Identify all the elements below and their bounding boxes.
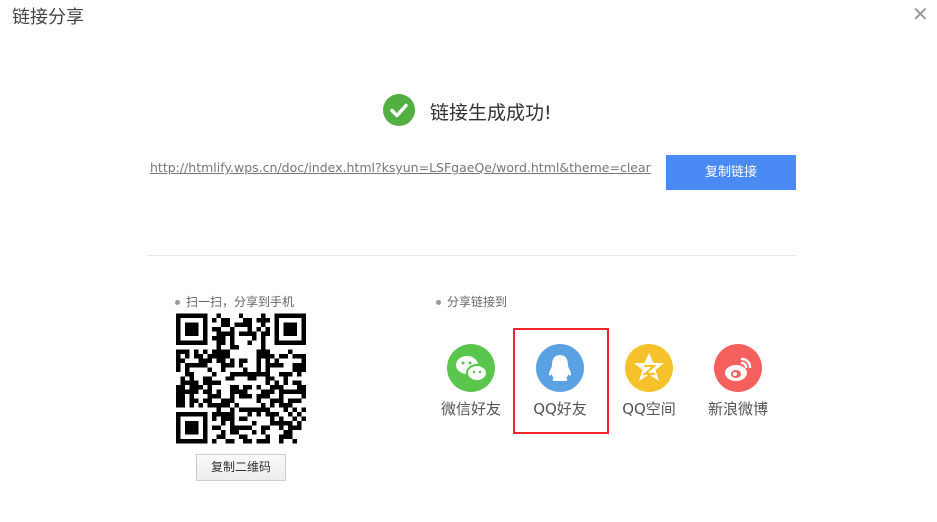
wechat-icon (447, 344, 495, 392)
qr-modules (176, 313, 306, 444)
selection-highlight (513, 328, 609, 434)
share-qzone-button[interactable]: QQ空间 (609, 344, 689, 419)
share-wechat-button[interactable]: 微信好友 (431, 344, 511, 419)
share-label: QQ空间 (622, 400, 676, 418)
qr-caption-text: 扫一扫，分享到手机 (186, 295, 295, 309)
close-icon[interactable]: ✕ (912, 2, 929, 26)
share-caption-text: 分享链接到 (447, 295, 508, 309)
copy-qr-button[interactable]: 复制二维码 (196, 454, 286, 481)
share-caption: 分享链接到 (436, 293, 507, 310)
copy-link-button[interactable]: 复制链接 (666, 155, 796, 190)
share-label: 微信好友 (440, 400, 501, 418)
check-circle-icon (383, 94, 415, 126)
success-message: 链接生成成功! (430, 102, 552, 124)
dialog-title: 链接分享 (12, 7, 84, 28)
qzone-icon (625, 344, 673, 392)
share-weibo-button[interactable]: 新浪微博 (698, 344, 778, 419)
qr-caption: 扫一扫，分享到手机 (175, 293, 294, 310)
share-label: 新浪微博 (707, 400, 768, 418)
divider (147, 255, 796, 256)
share-link[interactable]: http://htmlify.wps.cn/doc/index.html?ksy… (150, 160, 651, 175)
qr-code (176, 313, 306, 444)
weibo-icon (714, 344, 762, 392)
